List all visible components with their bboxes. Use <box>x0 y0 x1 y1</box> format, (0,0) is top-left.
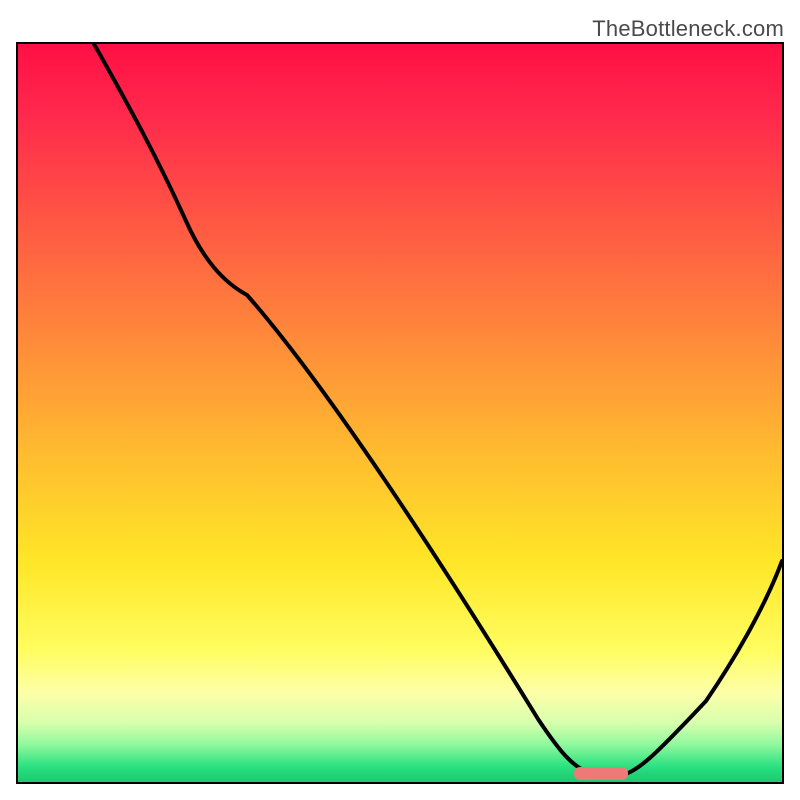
watermark-text: TheBottleneck.com <box>592 16 784 42</box>
curve-bottleneck <box>94 44 782 775</box>
marker-optimal <box>574 767 628 780</box>
chart-plot-svg <box>18 44 782 782</box>
chart-frame <box>16 42 784 784</box>
